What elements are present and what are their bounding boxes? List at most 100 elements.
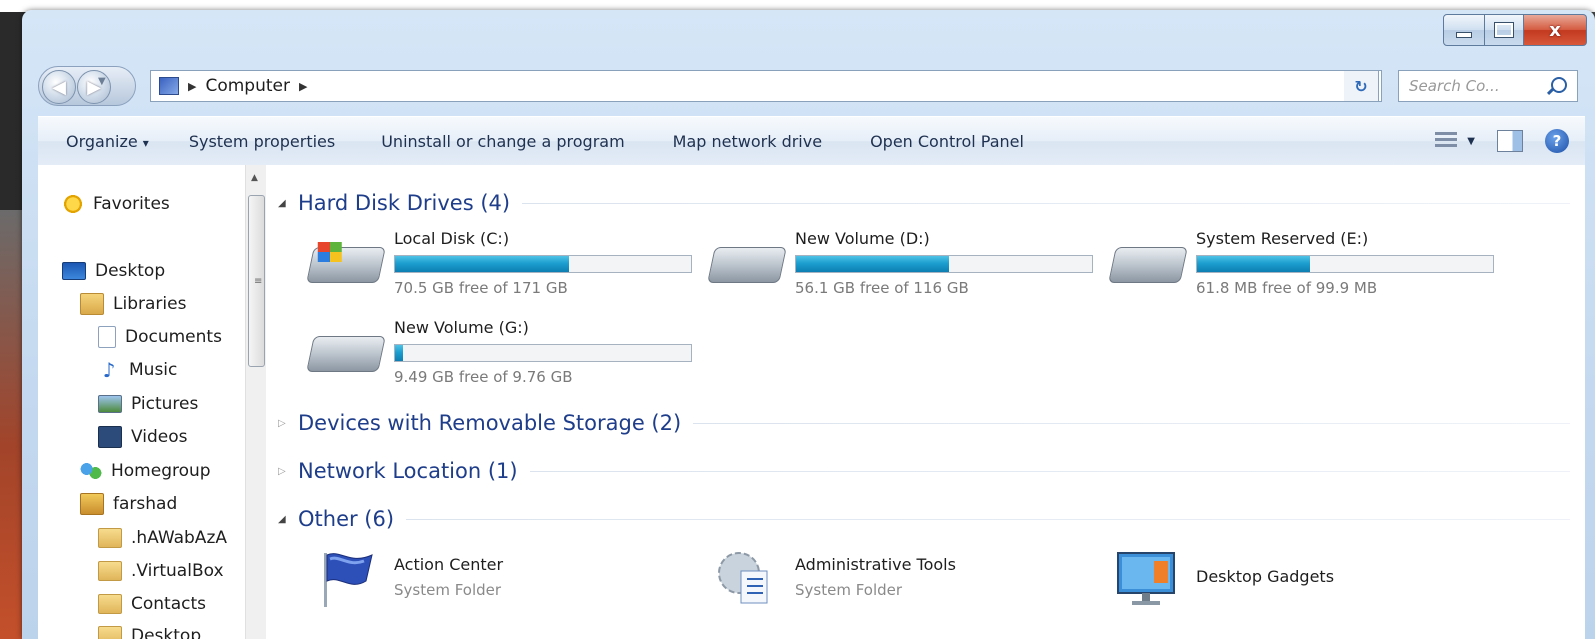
refresh-icon: ↻ [1354, 76, 1368, 96]
drive-c[interactable]: Local Disk (C:) 70.5 GB free of 171 GB [306, 229, 710, 299]
group-title: Hard Disk Drives (4) [298, 191, 511, 215]
administrative-tools-icon [718, 552, 768, 604]
command-bar: Organize ▾ System properties Uninstall o… [38, 116, 1585, 166]
nav-item-label: Contacts [131, 594, 206, 614]
expand-triangle-icon[interactable]: ▷ [278, 418, 298, 429]
drive-e[interactable]: System Reserved (E:) 61.8 MB free of 99.… [1108, 229, 1512, 299]
drive-free-space: 61.8 MB free of 99.9 MB [1196, 279, 1378, 297]
nav-item-documents[interactable]: Documents [98, 322, 222, 352]
content-pane: ◢ Hard Disk Drives (4) Local Disk (C:) 7… [270, 165, 1585, 639]
scroll-grip-icon: ≡ [254, 276, 263, 287]
group-title: Devices with Removable Storage (2) [298, 411, 682, 435]
group-header-hard-disk-drives[interactable]: ◢ Hard Disk Drives (4) [270, 188, 1570, 218]
folder-icon [98, 594, 122, 614]
drive-name: New Volume (D:) [795, 229, 930, 248]
nav-item-favorites[interactable]: Favorites [62, 189, 170, 219]
navigation-pane: Favorites Desktop Libraries Documents ♪ … [38, 165, 266, 639]
pictures-icon [98, 395, 122, 413]
item-administrative-tools[interactable]: Administrative Tools System Folder [711, 543, 1111, 613]
drive-free-space: 70.5 GB free of 171 GB [394, 279, 568, 297]
search-icon[interactable] [1551, 77, 1567, 93]
minimize-button[interactable] [1443, 14, 1485, 46]
documents-icon [98, 326, 116, 348]
uninstall-program-button[interactable]: Uninstall or change a program [381, 132, 624, 151]
hard-drive-icon [306, 336, 386, 372]
nav-item-virtualbox[interactable]: .VirtualBox [98, 556, 224, 586]
nav-item-label: Homegroup [111, 461, 211, 481]
nav-item-libraries[interactable]: Libraries [80, 289, 186, 319]
nav-item-contacts[interactable]: Contacts [98, 589, 206, 619]
system-properties-button[interactable]: System properties [189, 132, 335, 151]
nav-item-homegroup[interactable]: Homegroup [80, 456, 211, 486]
drive-d[interactable]: New Volume (D:) 56.1 GB free of 116 GB [707, 229, 1111, 299]
nav-item-music[interactable]: ♪ Music [98, 355, 178, 385]
organize-label: Organize [66, 131, 138, 151]
organize-caret-icon: ▾ [142, 135, 149, 150]
group-header-network-location[interactable]: ▷ Network Location (1) [270, 456, 1570, 486]
item-subtitle: System Folder [394, 581, 502, 599]
organize-button[interactable]: Organize ▾ [66, 132, 149, 151]
group-header-other[interactable]: ◢ Other (6) [270, 504, 1570, 534]
drive-usage-fill [796, 256, 949, 272]
navigation-row: ◀ ▶ ▼ ▶ Computer ▶ ▼ ↻ [22, 62, 1595, 106]
drive-name: Local Disk (C:) [394, 229, 510, 248]
nav-item-desktop[interactable]: Desktop [62, 256, 165, 286]
recent-pages-dropdown-icon[interactable]: ▼ [98, 76, 106, 87]
group-title: Network Location (1) [298, 459, 518, 483]
expand-triangle-icon[interactable]: ▷ [278, 466, 298, 477]
nav-item-pictures[interactable]: Pictures [98, 389, 198, 419]
nav-item-videos[interactable]: Videos [98, 422, 188, 452]
help-icon[interactable]: ? [1545, 129, 1569, 153]
map-network-drive-button[interactable]: Map network drive [673, 132, 822, 151]
address-bar[interactable]: ▶ Computer ▶ ▼ [150, 70, 1382, 102]
scroll-thumb[interactable]: ≡ [248, 195, 265, 367]
breadcrumb-separator-icon[interactable]: ▶ [299, 80, 307, 93]
collapse-triangle-icon[interactable]: ◢ [278, 198, 298, 209]
group-divider [529, 470, 1570, 472]
collapse-triangle-icon[interactable]: ◢ [278, 514, 298, 525]
scroll-up-arrow-icon[interactable]: ▲ [251, 173, 258, 183]
desktop-icon [62, 262, 86, 280]
refresh-button[interactable]: ↻ [1344, 70, 1379, 102]
nav-item-label: .VirtualBox [131, 561, 224, 581]
maximize-button[interactable] [1485, 14, 1524, 46]
item-name: Administrative Tools [795, 555, 956, 574]
group-title: Other (6) [298, 507, 395, 531]
nav-item-desktop-folder[interactable]: Desktop [98, 621, 201, 639]
view-options-dropdown-icon[interactable]: ▼ [1467, 136, 1475, 147]
search-box[interactable] [1398, 70, 1578, 102]
drive-name: New Volume (G:) [394, 318, 529, 337]
item-desktop-gadgets[interactable]: Desktop Gadgets [1112, 543, 1512, 613]
windows-system-drive-icon [306, 247, 386, 283]
search-input[interactable] [1407, 76, 1546, 96]
group-header-removable-storage[interactable]: ▷ Devices with Removable Storage (2) [270, 408, 1570, 438]
open-control-panel-button[interactable]: Open Control Panel [870, 132, 1024, 151]
nav-item-label: Desktop [131, 626, 202, 639]
back-button[interactable]: ◀ [42, 70, 76, 104]
breadcrumb-computer[interactable]: Computer [205, 76, 290, 96]
star-icon [62, 194, 84, 214]
breadcrumb-separator-icon[interactable]: ▶ [188, 80, 196, 93]
navigation-scrollbar[interactable]: ▲ ≡ [245, 165, 266, 639]
drive-free-space: 56.1 GB free of 116 GB [795, 279, 969, 297]
item-action-center[interactable]: Action Center System Folder [310, 543, 710, 613]
group-divider [693, 422, 1570, 424]
nav-item-label: Pictures [131, 394, 199, 414]
drive-usage-bar [394, 255, 692, 273]
action-center-flag-icon [324, 553, 373, 607]
preview-pane-icon[interactable] [1497, 130, 1523, 152]
back-arrow-icon: ◀ [52, 76, 66, 98]
close-button[interactable]: x [1524, 14, 1587, 46]
drive-free-space: 9.49 GB free of 9.76 GB [394, 368, 573, 386]
nav-item-hawabaza[interactable]: .hAWabAzA [98, 523, 227, 553]
desktop-gadgets-icon [1117, 552, 1175, 605]
nav-item-farshad[interactable]: farshad [80, 489, 177, 519]
nav-item-label: Documents [125, 327, 222, 347]
nav-item-label: farshad [113, 494, 178, 514]
nav-item-label: Desktop [95, 261, 166, 281]
group-divider [406, 518, 1570, 520]
drive-usage-fill [395, 256, 570, 272]
drive-g[interactable]: New Volume (G:) 9.49 GB free of 9.76 GB [306, 318, 710, 388]
change-view-icon[interactable] [1435, 132, 1458, 150]
drive-usage-bar [1196, 255, 1494, 273]
